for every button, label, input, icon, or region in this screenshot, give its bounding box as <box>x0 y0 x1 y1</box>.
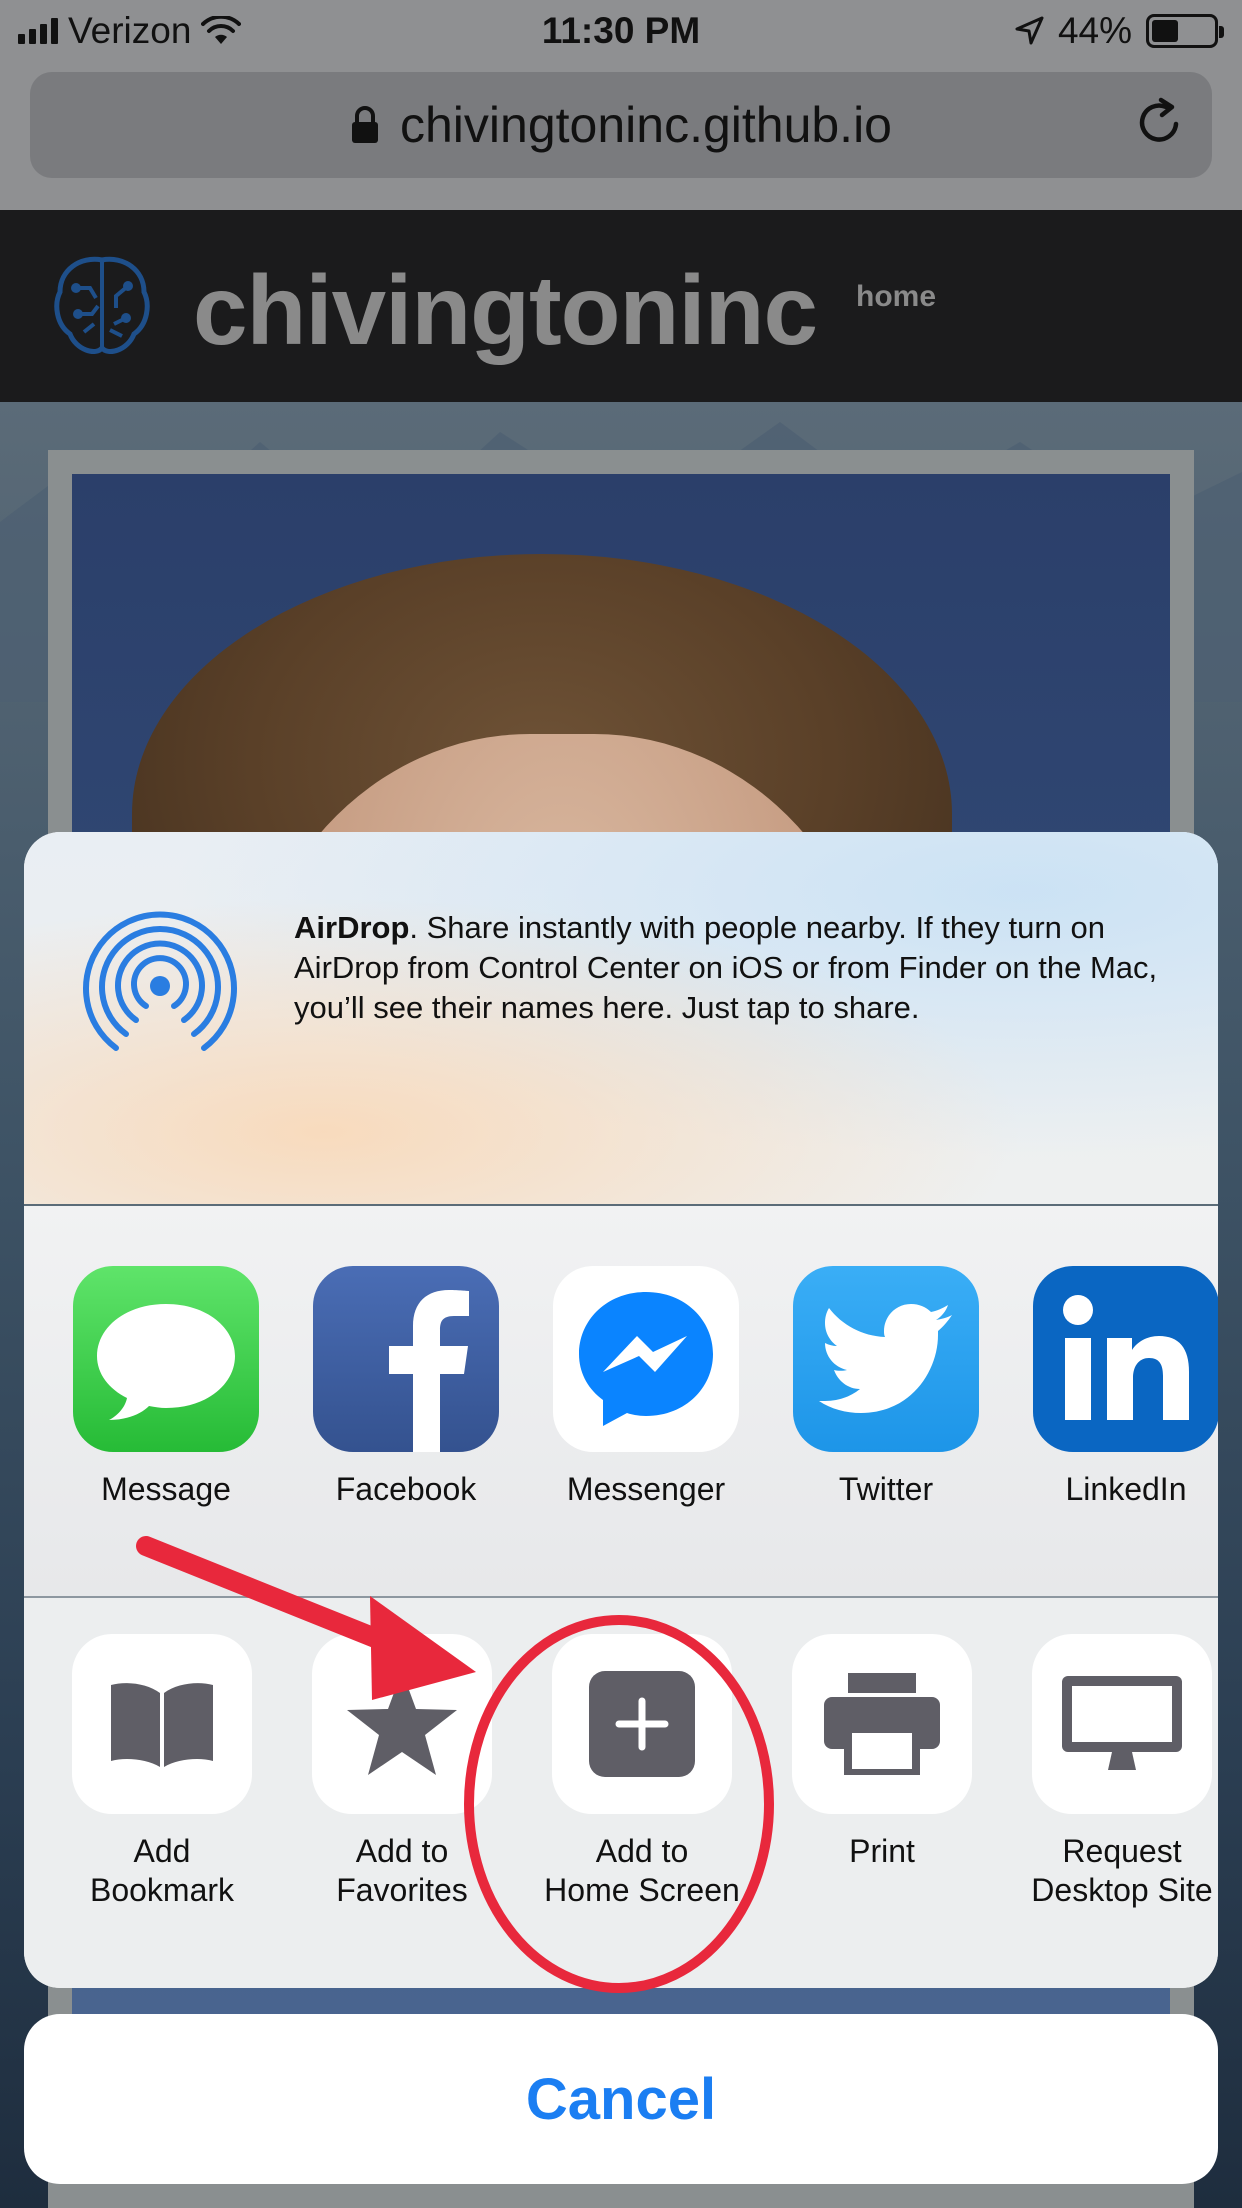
airdrop-body: . Share instantly with people nearby. If… <box>294 910 1158 1025</box>
share-app-label: Message <box>101 1471 231 1507</box>
brain-logo-icon[interactable] <box>50 252 154 360</box>
action-label: Add Bookmark <box>42 1832 282 1910</box>
action-label-line1: Add to <box>595 1833 689 1869</box>
location-arrow-icon <box>1015 16 1044 45</box>
share-app-label: Facebook <box>335 1471 477 1507</box>
action-request-desktop-site[interactable]: Request Desktop Site <box>1002 1634 1218 1910</box>
airdrop-section: AirDrop. Share instantly with people nea… <box>24 832 1218 1206</box>
share-app-message[interactable]: Message <box>46 1266 286 1509</box>
action-label-line1: Print <box>849 1833 915 1869</box>
printer-icon <box>792 1634 972 1814</box>
battery-percent: 44% <box>1057 10 1132 51</box>
action-label-line1: Request <box>1062 1833 1182 1869</box>
airdrop-icon <box>83 911 237 1051</box>
plus-square-icon <box>552 1634 732 1814</box>
site-title[interactable]: chivingtoninc <box>193 254 818 367</box>
nav-home-link[interactable]: home <box>856 280 936 314</box>
share-app-label: LinkedIn <box>1065 1471 1187 1507</box>
action-label-line1: Add <box>133 1833 191 1869</box>
action-label-line2: Home Screen <box>544 1872 740 1908</box>
battery-icon <box>1146 14 1224 48</box>
status-right: 44% <box>1014 10 1224 52</box>
battery-fill <box>1152 20 1178 42</box>
facebook-icon <box>313 1266 499 1452</box>
share-app-label: Twitter <box>838 1471 934 1507</box>
cancel-button[interactable]: Cancel <box>24 2014 1218 2184</box>
status-bar: Verizon 11:30 PM 44% <box>0 0 1242 62</box>
action-label: Print <box>762 1832 1002 1871</box>
airdrop-title: AirDrop <box>294 910 410 945</box>
desktop-icon <box>1032 1634 1212 1814</box>
share-app-messenger[interactable]: Messenger <box>526 1266 766 1509</box>
share-app-facebook[interactable]: Facebook <box>286 1266 526 1509</box>
action-label: Request Desktop Site <box>1002 1832 1218 1910</box>
book-icon <box>72 1634 252 1814</box>
twitter-icon <box>793 1266 979 1452</box>
linkedin-icon <box>1033 1266 1218 1452</box>
star-icon <box>312 1634 492 1814</box>
messages-icon <box>73 1266 259 1452</box>
reload-icon[interactable] <box>1132 94 1188 150</box>
action-add-bookmark[interactable]: Add Bookmark <box>42 1634 282 1910</box>
action-label: Add to Home Screen <box>522 1832 762 1910</box>
share-sheet: AirDrop. Share instantly with people nea… <box>24 832 1218 1988</box>
action-label: Add to Favorites <box>282 1832 522 1910</box>
share-app-label: Messenger <box>566 1471 726 1507</box>
airdrop-description: AirDrop. Share instantly with people nea… <box>294 908 1194 1028</box>
action-label-line2: Bookmark <box>89 1872 235 1908</box>
lock-icon <box>352 106 378 143</box>
action-print[interactable]: Print <box>762 1634 1002 1871</box>
action-add-to-home-screen[interactable]: Add to Home Screen <box>522 1634 762 1910</box>
action-label-line2: Desktop Site <box>1031 1872 1213 1908</box>
share-actions-row: Add Bookmark Add to Favorites Add to Home S… <box>24 1598 1218 1988</box>
url-text: chivingtoninc.github.io <box>400 97 892 153</box>
action-add-to-favorites[interactable]: Add to Favorites <box>282 1634 522 1910</box>
browser-toolbar: chivingtoninc.github.io <box>0 62 1242 210</box>
address-bar[interactable]: chivingtoninc.github.io <box>30 72 1212 178</box>
share-app-twitter[interactable]: Twitter <box>766 1266 1006 1509</box>
action-label-line2: Favorites <box>336 1872 468 1908</box>
share-app-linkedin[interactable]: LinkedIn <box>1006 1266 1218 1509</box>
messenger-icon <box>553 1266 739 1452</box>
share-apps-row: Message Facebook Messenger Twitter Linke… <box>24 1206 1218 1598</box>
site-header: chivingtoninc home <box>0 210 1242 402</box>
action-label-line1: Add to <box>355 1833 449 1869</box>
